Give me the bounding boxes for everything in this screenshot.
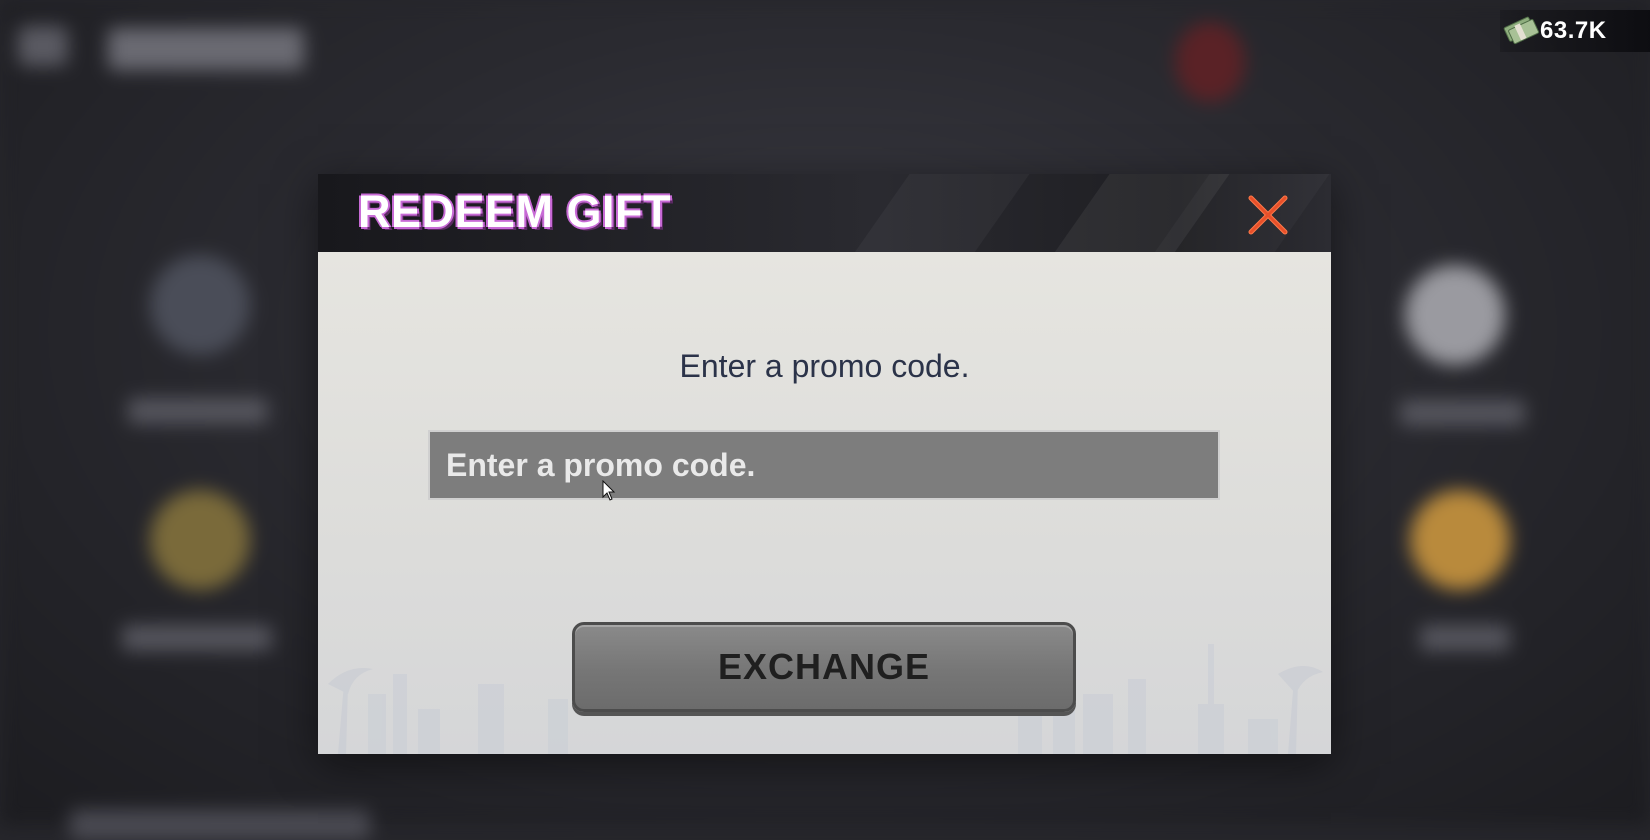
background-menu-label [128,398,268,424]
background-title [108,28,304,70]
currency-amount: 63.7K [1540,17,1607,44]
cash-icon [1503,16,1540,46]
promo-code-input[interactable] [428,430,1220,500]
background-badge [1175,22,1245,102]
background-menu-label [1400,400,1525,426]
exchange-button[interactable]: EXCHANGE [572,622,1076,712]
close-button[interactable] [1243,190,1293,240]
background-menu-label [122,625,272,651]
close-icon [1248,195,1288,235]
dialog-body: Enter a promo code. EXCHANGE [318,252,1331,754]
redeem-gift-dialog: REDEEM GIFT Enter a promo code. Enter a … [318,174,1331,754]
dialog-title: REDEEM GIFT [358,186,672,237]
background-menu-icon [150,255,250,355]
background-menu-icon [1410,490,1510,590]
dialog-header: REDEEM GIFT [318,174,1331,252]
background-footer [70,810,370,840]
promo-prompt-text: Enter a promo code. [679,348,970,384]
mouse-cursor-icon [602,480,616,501]
back-icon [18,26,68,66]
background-menu-icon [150,490,250,590]
currency-display: 63.7K [1500,10,1650,52]
background-menu-label [1420,625,1510,651]
background-menu-icon [1405,265,1505,365]
